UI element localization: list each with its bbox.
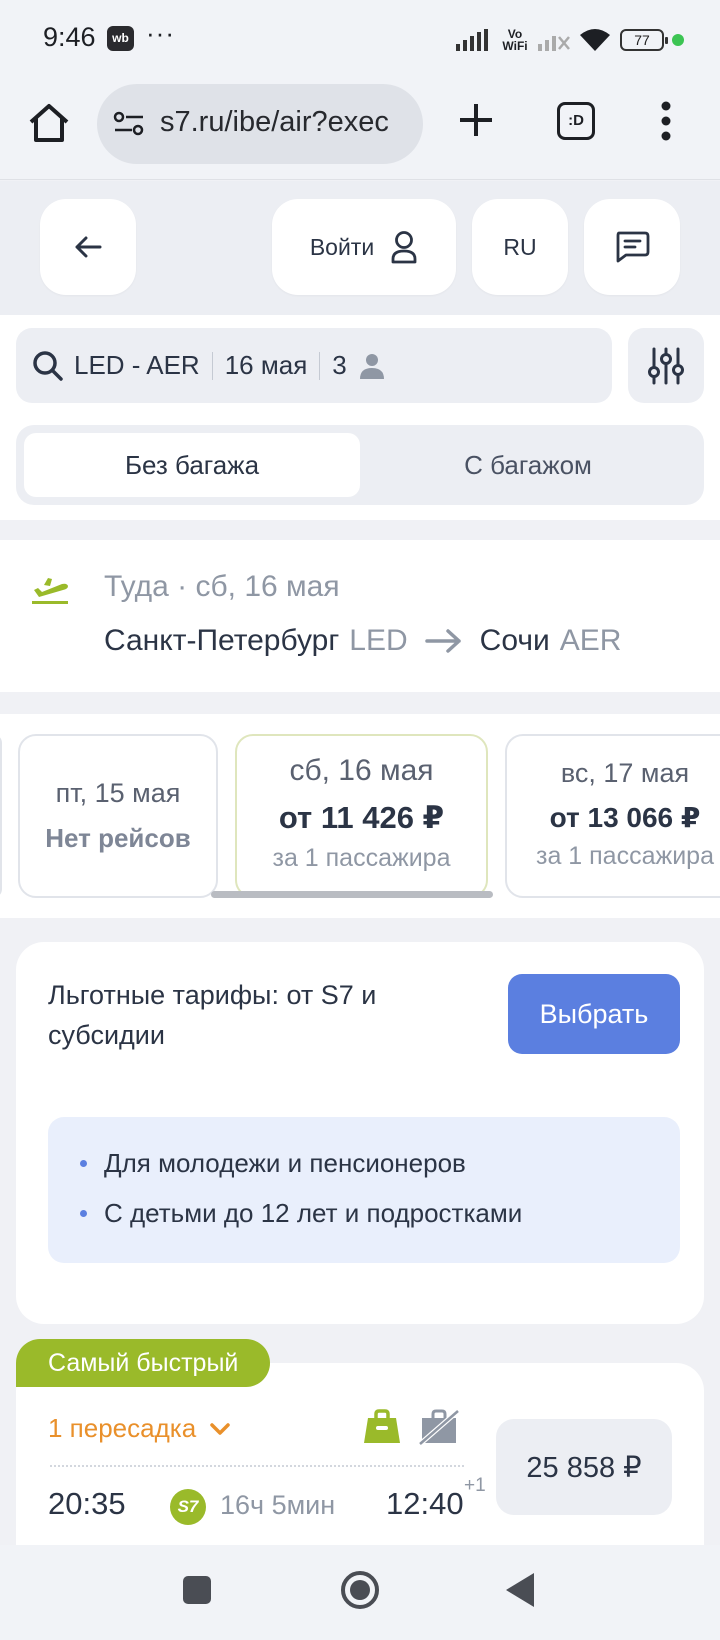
system-nav-bar xyxy=(0,1545,720,1640)
search-icon xyxy=(33,350,63,381)
login-button[interactable]: Войти xyxy=(272,199,456,295)
notification-more-icon: ··· xyxy=(146,18,175,48)
promo-title: Льготные тарифы: от S7 и субсидии xyxy=(48,980,377,1050)
wifi-icon xyxy=(580,29,610,51)
fastest-badge: Самый быстрый xyxy=(16,1339,271,1387)
wb-app-icon: wb xyxy=(107,26,134,51)
date-label: пт, 15 мая xyxy=(55,778,181,808)
promo-list: Для молодежи и пенсионеров С детьми до 1… xyxy=(48,1117,680,1263)
date-card-selected[interactable]: сб, 16 мая от 11 426 ₽ за 1 пассажира xyxy=(235,734,488,898)
status-time: 9:46 xyxy=(43,22,96,52)
date-label: сб, 16 мая xyxy=(289,754,434,787)
transfers-toggle[interactable]: 1 пересадка xyxy=(48,1413,230,1444)
search-summary[interactable]: LED - AER 16 мая 3 xyxy=(16,328,612,403)
separator xyxy=(319,351,321,380)
divider xyxy=(50,1465,464,1467)
to-code: AER xyxy=(559,624,622,657)
route-cities: Санкт-Петербург LED Сочи AER xyxy=(104,624,621,658)
route-block: Туда · сб, 16 мая Санкт-Петербург LED Со… xyxy=(0,540,720,692)
list-item: Для молодежи и пенсионеров xyxy=(80,1143,680,1193)
menu-icon[interactable] xyxy=(660,100,672,142)
language-button[interactable]: RU xyxy=(472,199,568,295)
date-price: от 11 426 ₽ xyxy=(278,800,445,835)
route-direction: Туда · сб, 16 мая xyxy=(104,570,340,603)
url-text[interactable]: s7.ru/ibe/air?exec xyxy=(160,106,389,139)
back-nav-icon[interactable] xyxy=(506,1573,534,1607)
date-price: Нет рейсов xyxy=(45,823,191,853)
date-price-note: за 1 пассажира xyxy=(272,844,451,872)
day-offset: +1 xyxy=(464,1475,486,1496)
price-button[interactable]: 25 858 ₽ xyxy=(496,1419,672,1515)
discount-fares-card: Льготные тарифы: от S7 и субсидии Выбрат… xyxy=(16,942,704,1324)
back-arrow-icon xyxy=(75,236,102,258)
search-block: LED - AER 16 мая 3 Без багажа С багажом xyxy=(0,315,720,520)
filter-button[interactable] xyxy=(628,328,704,403)
date-card[interactable] xyxy=(0,734,2,898)
flight-duration: 16ч 5мин xyxy=(220,1490,336,1520)
home-icon[interactable] xyxy=(26,100,72,146)
login-label: Войти xyxy=(309,233,375,260)
date-price-note: за 1 пассажира xyxy=(535,842,714,870)
list-item: С детьми до 12 лет и подростками xyxy=(80,1193,680,1243)
search-route: LED - AER xyxy=(74,350,200,380)
date-label: вс, 17 мая xyxy=(560,758,690,788)
baggage-icon xyxy=(364,1409,400,1443)
recents-icon[interactable] xyxy=(183,1576,211,1604)
carousel-scrollbar[interactable] xyxy=(211,891,493,898)
privacy-dot-icon xyxy=(672,34,684,46)
url-bar[interactable]: s7.ru/ibe/air?exec xyxy=(97,84,423,164)
transfers-label: 1 пересадка xyxy=(48,1413,197,1443)
signal-off-icon xyxy=(538,36,570,51)
battery-icon: 77 xyxy=(620,29,668,51)
site-settings-icon[interactable] xyxy=(113,110,145,138)
departure-time: 20:35 xyxy=(48,1486,126,1521)
chat-button[interactable] xyxy=(584,199,680,295)
arrow-right-icon xyxy=(424,629,461,653)
select-button[interactable]: Выбрать xyxy=(508,974,680,1054)
site-header: Войти RU xyxy=(0,181,720,315)
vowifi-label: Vo WiFi xyxy=(502,27,528,53)
no-baggage-icon xyxy=(418,1409,460,1446)
date-carousel: пт, 15 мая Нет рейсов сб, 16 мая от 11 4… xyxy=(0,714,720,918)
chat-icon xyxy=(616,231,650,263)
baggage-toggle: Без багажа С багажом xyxy=(16,425,704,505)
language-label: RU xyxy=(503,233,537,260)
date-price: от 13 066 ₽ xyxy=(549,802,701,833)
date-card[interactable]: пт, 15 мая Нет рейсов xyxy=(18,734,218,898)
status-icons: Vo WiFi 77 xyxy=(456,24,684,56)
user-icon xyxy=(391,231,417,264)
tab-no-baggage[interactable]: Без багажа xyxy=(24,433,360,497)
person-icon xyxy=(359,353,384,379)
search-passengers: 3 xyxy=(332,350,347,380)
search-date: 16 мая xyxy=(224,350,308,380)
to-city: Сочи xyxy=(479,624,550,657)
tabs-icon[interactable]: :D xyxy=(557,102,595,140)
signal-icon xyxy=(456,29,488,51)
browser-toolbar: s7.ru/ibe/air?exec :D xyxy=(0,78,720,180)
plane-departure-icon xyxy=(32,578,68,604)
from-code: LED xyxy=(349,624,408,657)
new-tab-icon[interactable] xyxy=(456,100,496,140)
arrival-time: 12:40 xyxy=(386,1486,464,1521)
filter-icon xyxy=(648,347,684,384)
back-button[interactable] xyxy=(40,199,136,295)
status-bar: 9:46 wb ··· Vo WiFi 77 xyxy=(0,0,720,78)
tab-with-baggage[interactable]: С багажом xyxy=(360,433,696,497)
airline-logo: S7 xyxy=(170,1489,206,1525)
date-card[interactable]: вс, 17 мая от 13 066 ₽ за 1 пассажира xyxy=(505,734,720,898)
separator xyxy=(211,351,213,380)
home-nav-icon[interactable] xyxy=(341,1571,379,1609)
from-city: Санкт-Петербург xyxy=(104,624,340,657)
chevron-down-icon xyxy=(210,1422,230,1435)
